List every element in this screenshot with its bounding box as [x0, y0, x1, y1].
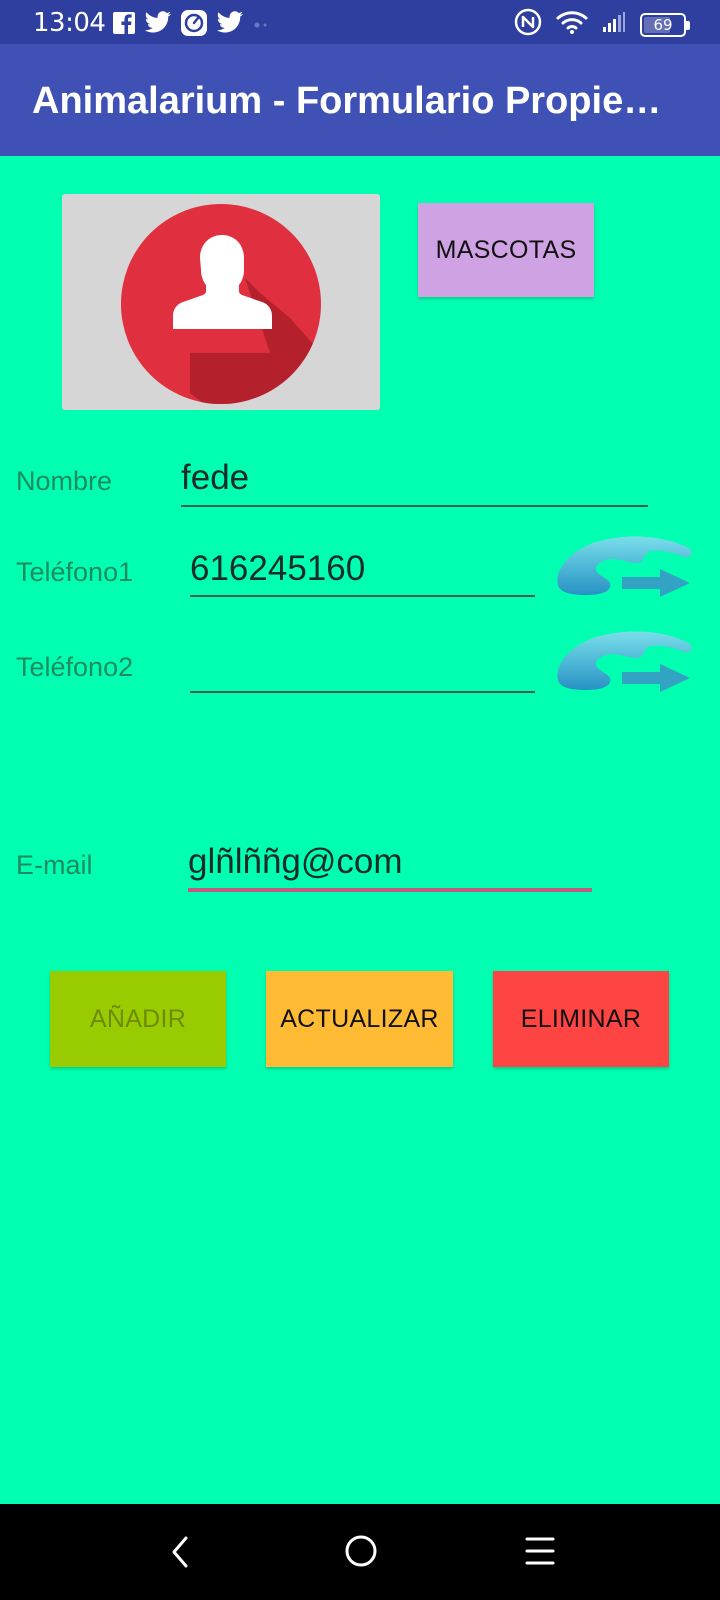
delete-button[interactable]: ELIMINAR [493, 971, 669, 1067]
app-bar: Animalarium - Formulario Propietario [0, 44, 720, 156]
page-title: Animalarium - Formulario Propietario [32, 80, 672, 122]
avatar-icon [121, 204, 321, 404]
telefono2-underline [190, 691, 535, 693]
add-button[interactable]: AÑADIR [50, 971, 226, 1067]
call-icon[interactable] [552, 630, 696, 700]
email-field[interactable]: glñlññg@com [188, 842, 403, 882]
twitter-icon [144, 11, 172, 40]
telefono1-underline [190, 595, 535, 597]
status-bar: 13:04 69 [0, 0, 720, 44]
telefono2-label: Teléfono2 [16, 652, 134, 682]
menu-icon[interactable] [524, 1534, 556, 1568]
update-button[interactable]: ACTUALIZAR [266, 971, 453, 1067]
nombre-underline [181, 505, 648, 507]
system-icons: 69 [514, 8, 690, 41]
twitter-icon [216, 11, 244, 40]
notification-icons [112, 9, 272, 42]
wifi-icon [556, 9, 588, 40]
owner-photo[interactable] [62, 194, 380, 410]
facebook-icon [112, 11, 136, 40]
battery-level: 69 [653, 15, 673, 34]
home-icon[interactable] [344, 1534, 378, 1568]
battery-icon: 69 [640, 12, 690, 37]
nfc-icon [514, 8, 542, 41]
dots-icon [252, 17, 272, 35]
call-icon[interactable] [552, 535, 696, 605]
back-icon[interactable] [168, 1534, 192, 1570]
nombre-field[interactable]: fede [181, 458, 249, 498]
telefono1-label: Teléfono1 [16, 557, 134, 587]
mascotas-button[interactable]: MASCOTAS [418, 203, 594, 297]
status-time: 13:04 [33, 8, 106, 38]
speedometer-icon [180, 9, 208, 42]
email-label: E-mail [16, 850, 93, 880]
telefono1-field[interactable]: 616245160 [190, 549, 365, 589]
nombre-label: Nombre [16, 466, 113, 496]
navigation-bar [0, 1504, 720, 1600]
signal-icon [602, 11, 626, 38]
email-underline [188, 888, 592, 892]
